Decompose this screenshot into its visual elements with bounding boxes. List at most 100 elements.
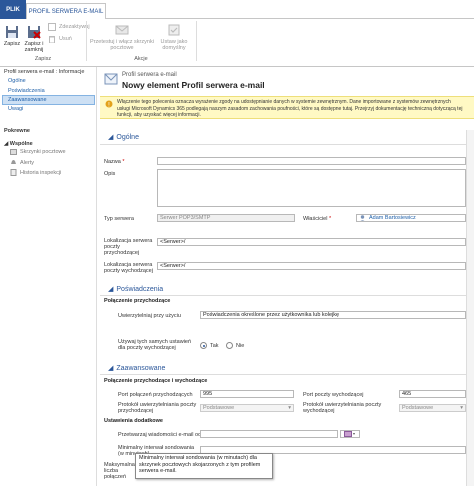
common-header-label: Wspólne [9,141,33,147]
related-item-mailboxes[interactable]: Skrzynki pocztowe [10,149,66,155]
server-type-field[interactable]: Serwer POP3/SMTP [157,214,295,222]
collapse-triangle-icon: ◢ [108,365,114,372]
set-default-button[interactable]: Ustaw jako domyślny [157,23,191,51]
outgoing-auth-protocol-select[interactable]: Podstawowe ▾ [399,404,466,412]
chevron-down-icon: ▾ [288,405,291,411]
trash-icon [49,36,55,43]
server-type-label: Typ serwera [104,216,134,222]
section-advanced-title: Zaawansowane [116,364,166,372]
same-settings-outgoing-label: Używaj tych samych ustawień dla poczty w… [118,339,192,351]
incoming-location-input[interactable]: <Serwer>/ [157,238,466,246]
common-header: ◢ Wspólne [4,141,33,147]
warning-icon: ! [105,100,113,108]
deactivate-icon [48,23,56,31]
incoming-port-input[interactable]: 995 [200,390,294,398]
delete-button[interactable]: Usuń [48,35,72,43]
outgoing-port-input[interactable]: 465 [399,390,466,398]
owner-value: Adam Bartosiewicz [369,215,416,221]
name-input[interactable] [157,157,466,165]
save-close-icon [28,26,41,39]
additional-settings-subheader: Ustawienia dodatkowe [104,418,163,424]
incoming-auth-protocol-value: Podstawowe [203,405,235,411]
mailbox-icon [10,149,17,155]
test-enable-label: Przetestuj i włącz skrzynki pocztowe [90,39,154,51]
entity-name: Profil serwera e-mail [122,72,177,78]
owner-lookup[interactable]: Adam Bartosiewicz [356,214,466,222]
incoming-auth-protocol-select[interactable]: Podstawowe ▾ [200,404,294,412]
collapse-triangle-icon: ◢ [108,134,114,141]
floppy-disk-icon [6,26,18,38]
related-header: Pokrewne [4,128,30,134]
related-item-alerts[interactable]: Alerty [10,159,34,166]
deactivate-button[interactable]: Zdezaktywuj [48,23,90,31]
ribbon-separator [196,21,197,61]
incoming-auth-protocol-label: Protokół uwierzytelniania poczty przycho… [118,402,197,414]
section-general-header[interactable]: ◢ Ogólne [108,133,139,142]
audit-history-icon [10,169,17,176]
section-advanced-header[interactable]: ◢ Zaawansowane [108,364,166,373]
save-button[interactable]: Zapisz [3,25,21,47]
outgoing-location-input[interactable]: <Serwer>/ [157,262,466,270]
email-server-profile-icon [104,73,118,85]
outgoing-port-label: Port poczty wychodzącej [303,392,364,398]
notice-line-3: funkcji, aby uzyskać więcej informacji. [117,112,201,118]
divider [100,374,466,375]
incoming-connection-subheader: Połączenie przychodzące [104,298,171,304]
tab-file[interactable]: PLIK [0,0,26,19]
deactivate-label: Zdezaktywuj [59,24,90,30]
divider [100,144,466,145]
save-close-label: Zapisz i zamknij [24,41,44,53]
record-nav-title: Profil serwera e-mail : Informacje [4,69,85,75]
ribbon: Zapisz Zapisz i zamknij Zdezaktywuj Usuń… [0,19,474,67]
radio-yes[interactable] [200,342,207,349]
vertical-scrollbar[interactable] [466,130,474,486]
owner-label: Właściciel * [303,216,332,222]
consent-notice-banner: ! Włączenie tego polecenia oznacza wyraż… [100,96,474,119]
mailbox-check-icon [115,25,129,35]
tab-email-server-profile[interactable]: PROFIL SERWERA E-MAIL [26,3,106,19]
process-email-from-label: Przetwarzaj wiadomości e-mail od [118,432,202,438]
set-default-label: Ustaw jako domyślny [160,39,188,51]
divider [100,295,466,296]
chevron-down-icon: ▾ [460,405,463,411]
set-default-icon [168,24,180,36]
save-and-close-button[interactable]: Zapisz i zamknij [23,25,45,53]
radio-no-label: Nie [236,343,245,349]
name-label: Nazwa * [104,159,125,165]
related-item-label: Skrzynki pocztowe [20,149,66,155]
collapse-triangle-icon: ◢ [108,286,114,293]
in-out-connection-subheader: Połączenie przychodzące i wychodzące [104,378,208,384]
ribbon-group-actions-label: Akcje [134,56,148,62]
process-email-from-input[interactable] [200,430,338,438]
radio-yes-label: Tak [210,343,219,349]
nav-link-credentials[interactable]: Poświadczenia [8,88,45,94]
outgoing-auth-protocol-label: Protokół uwierzytelniania poczty wychodz… [303,402,382,414]
delete-label: Usuń [59,36,72,42]
test-enable-mailboxes-button[interactable]: Przetestuj i włącz skrzynki pocztowe [90,23,154,51]
section-credentials-title: Poświadczenia [116,285,164,293]
description-label: Opis [104,171,116,177]
radio-no[interactable] [226,342,233,349]
nav-link-notes[interactable]: Uwagi [8,106,23,112]
outgoing-auth-protocol-value: Podstawowe [402,405,434,411]
ribbon-separator [86,21,87,61]
tooltip: Minimalny interwał sondowania (w minutac… [135,453,273,479]
ribbon-group-save-label: Zapisz [34,56,52,62]
nav-link-advanced[interactable]: Zaawansowane [8,97,47,103]
related-item-audit-history[interactable]: Historia inspekcji [10,169,61,176]
calendar-icon [344,431,355,437]
notice-line-1: Włączenie tego polecenia oznacza wyrażen… [117,99,451,105]
related-item-label: Historia inspekcji [20,169,62,176]
incoming-location-label: Lokalizacja serwera poczty przychodzącej [104,238,153,256]
save-label: Zapisz [3,41,21,47]
description-textarea[interactable] [157,169,466,207]
authenticate-using-select[interactable]: Poświadczenia określone przez użytkownik… [200,311,466,319]
section-credentials-header[interactable]: ◢ Poświadczenia [108,285,164,294]
user-icon [359,215,366,221]
alert-bell-icon [11,160,16,164]
authenticate-using-label: Uwierzytelniaj przy użyciu [118,313,181,319]
incoming-port-label: Port połączeń przychodzących [118,392,193,398]
page-title: Nowy element Profil serwera e-mail [122,80,265,90]
nav-link-general[interactable]: Ogólne [8,78,26,84]
date-picker-button[interactable] [340,430,360,438]
